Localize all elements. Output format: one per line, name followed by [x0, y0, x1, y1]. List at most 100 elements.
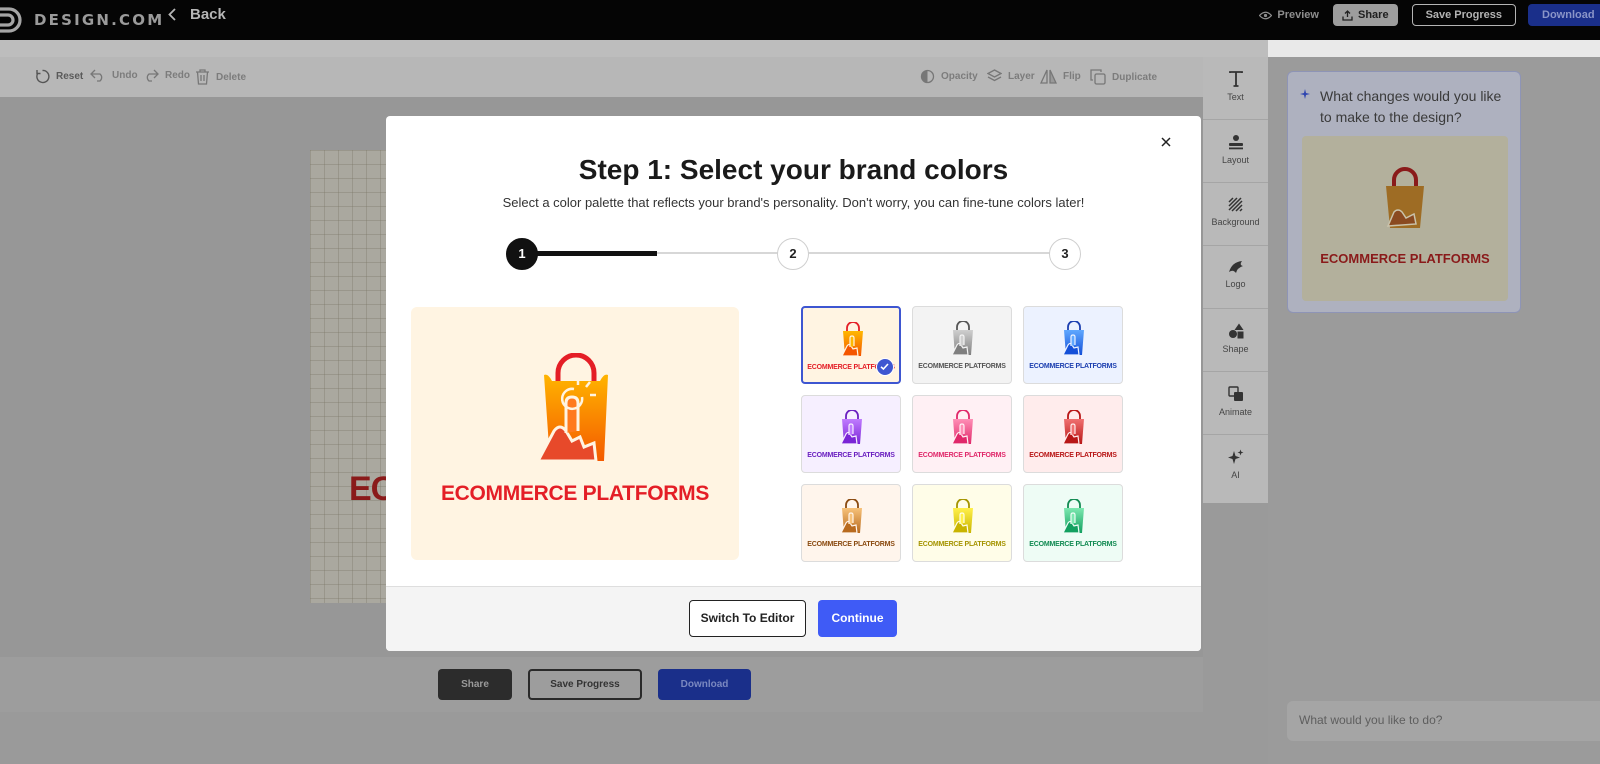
- bottom-save-button[interactable]: Save Progress: [528, 669, 642, 700]
- ai-question: What changes would you like to make to t…: [1320, 88, 1502, 125]
- logo-icon: [1228, 261, 1243, 273]
- shopping-bag-icon: [1062, 499, 1084, 534]
- back-label: Back: [190, 6, 226, 23]
- side-tool-label: Animate: [1218, 407, 1253, 417]
- step-1: 1: [506, 238, 538, 270]
- sparkle-icon: [1300, 89, 1310, 99]
- palette-swatch-5[interactable]: ECOMMERCE PLATFORMS: [912, 395, 1012, 473]
- ai-prompt-input[interactable]: What would you like to do?: [1287, 701, 1600, 741]
- side-tool-animate[interactable]: Animate: [1203, 372, 1268, 435]
- share-label: Share: [1357, 9, 1389, 21]
- top-bar: DESIGN.COM Back Preview Share Save Progr…: [0, 0, 1600, 40]
- redo-button[interactable]: Redo: [143, 69, 190, 82]
- layers-icon: [987, 69, 1002, 82]
- ai-suggestion-card[interactable]: What changes would you like to make to t…: [1287, 71, 1521, 313]
- chevron-left-icon: [168, 8, 176, 21]
- palette-swatch-label: ECOMMERCE PLATFORMS: [1029, 363, 1117, 370]
- palette-swatch-6[interactable]: ECOMMERCE PLATFORMS: [1023, 395, 1123, 473]
- edit-toolbar: Reset Undo Redo Delete Opacity Layer Fli…: [0, 57, 1203, 97]
- upload-icon: [1342, 9, 1353, 21]
- ai-design-thumbnail[interactable]: ECOMMERCE PLATFORMS: [1302, 136, 1508, 301]
- shopping-bag-icon: [841, 322, 863, 357]
- layout-icon: [1228, 135, 1243, 150]
- bottom-share-button[interactable]: Share: [438, 669, 512, 700]
- trash-icon: [196, 69, 209, 85]
- shopping-bag-icon: [951, 410, 973, 445]
- switch-to-editor-button[interactable]: Switch To Editor: [689, 600, 806, 637]
- step-progress-fill: [522, 251, 657, 256]
- palette-swatch-4[interactable]: ECOMMERCE PLATFORMS: [801, 395, 901, 473]
- flip-button[interactable]: Flip: [1040, 69, 1081, 84]
- ai-assistant-panel: What changes would you like to make to t…: [1268, 57, 1600, 764]
- palette-swatch-8[interactable]: ECOMMERCE PLATFORMS: [912, 484, 1012, 562]
- shopping-bag-logo-icon: [536, 353, 608, 463]
- palette-swatch-label: ECOMMERCE PLATFORMS: [918, 541, 1006, 548]
- palette-swatch-label: ECOMMERCE PLATFORMS: [1029, 541, 1117, 548]
- shopping-bag-icon: [840, 410, 862, 445]
- preview-button[interactable]: Preview: [1259, 9, 1319, 21]
- shape-icon: [1228, 323, 1243, 339]
- side-tool-ai[interactable]: AI: [1203, 435, 1268, 498]
- reset-icon: [36, 69, 50, 84]
- bottom-fill: [0, 712, 1203, 764]
- layer-label: Layer: [1008, 70, 1035, 82]
- palette-swatch-3[interactable]: ECOMMERCE PLATFORMS: [1023, 306, 1123, 384]
- flip-label: Flip: [1063, 71, 1081, 82]
- undo-label: Undo: [112, 70, 138, 81]
- shopping-bag-icon: [1062, 410, 1084, 445]
- duplicate-button[interactable]: Duplicate: [1090, 69, 1157, 85]
- preview-label: Preview: [1277, 9, 1319, 21]
- modal-subtitle: Select a color palette that reflects you…: [502, 195, 1085, 210]
- flip-icon: [1040, 69, 1057, 84]
- eye-icon: [1259, 11, 1273, 19]
- reset-label: Reset: [56, 71, 84, 82]
- palette-swatch-7[interactable]: ECOMMERCE PLATFORMS: [801, 484, 901, 562]
- share-button[interactable]: Share: [1332, 4, 1398, 26]
- close-icon[interactable]: [1158, 134, 1174, 150]
- preview-logo-text: ECOMMERCE PLATFORMS: [440, 482, 710, 505]
- opacity-icon: [920, 69, 935, 84]
- side-tool-label: Background: [1211, 217, 1260, 227]
- redo-label: Redo: [165, 70, 190, 81]
- sparkle-icon: [1227, 449, 1243, 464]
- opacity-label: Opacity: [941, 71, 978, 82]
- redo-icon: [146, 69, 159, 82]
- palette-swatch-label: ECOMMERCE PLATFORMS: [807, 452, 895, 459]
- opacity-button[interactable]: Opacity: [920, 69, 978, 84]
- delete-button[interactable]: Delete: [195, 69, 246, 85]
- download-button[interactable]: Download: [1528, 4, 1600, 26]
- side-tool-label: Logo: [1225, 279, 1246, 289]
- side-tool-background[interactable]: Background: [1203, 183, 1268, 246]
- continue-button[interactable]: Continue: [818, 600, 897, 637]
- side-tool-label: AI: [1231, 470, 1240, 480]
- side-tool-label: Layout: [1221, 155, 1250, 165]
- side-tool-logo[interactable]: Logo: [1203, 246, 1268, 309]
- step-3: 3: [1049, 238, 1081, 270]
- shopping-bag-logo-icon: [1386, 167, 1424, 228]
- layer-button[interactable]: Layer: [987, 69, 1035, 83]
- shopping-bag-icon: [951, 321, 973, 356]
- brand[interactable]: DESIGN.COM: [0, 5, 164, 35]
- undo-button[interactable]: Undo: [90, 69, 138, 82]
- bottom-action-bar: Share Save Progress Download: [0, 657, 1203, 712]
- side-tool-shape[interactable]: Shape: [1203, 309, 1268, 372]
- save-progress-button[interactable]: Save Progress: [1411, 4, 1516, 26]
- duplicate-icon: [1090, 69, 1106, 85]
- back-button[interactable]: Back: [168, 6, 226, 23]
- bottom-download-button[interactable]: Download: [658, 669, 751, 700]
- shopping-bag-icon: [840, 499, 862, 534]
- duplicate-label: Duplicate: [1112, 71, 1158, 83]
- side-tool-layout[interactable]: Layout: [1203, 120, 1268, 183]
- side-tool-text[interactable]: Text: [1203, 57, 1268, 120]
- palette-swatch-2[interactable]: ECOMMERCE PLATFORMS: [912, 306, 1012, 384]
- palette-swatch-label: ECOMMERCE PLATFORMS: [918, 452, 1006, 459]
- palette-swatch-label: ECOMMERCE PLATFORMS: [918, 363, 1006, 370]
- reset-button[interactable]: Reset: [35, 69, 83, 84]
- palette-swatch-9[interactable]: ECOMMERCE PLATFORMS: [1023, 484, 1123, 562]
- brand-colors-modal: Step 1: Select your brand colors Select …: [386, 116, 1201, 651]
- text-icon: [1228, 71, 1243, 87]
- palette-swatch-1[interactable]: ECOMMERCE PLATFORMS: [801, 306, 901, 384]
- undo-icon: [90, 69, 103, 82]
- palette-swatch-label: ECOMMERCE PLATFORMS: [807, 541, 895, 548]
- animate-icon: [1227, 386, 1243, 401]
